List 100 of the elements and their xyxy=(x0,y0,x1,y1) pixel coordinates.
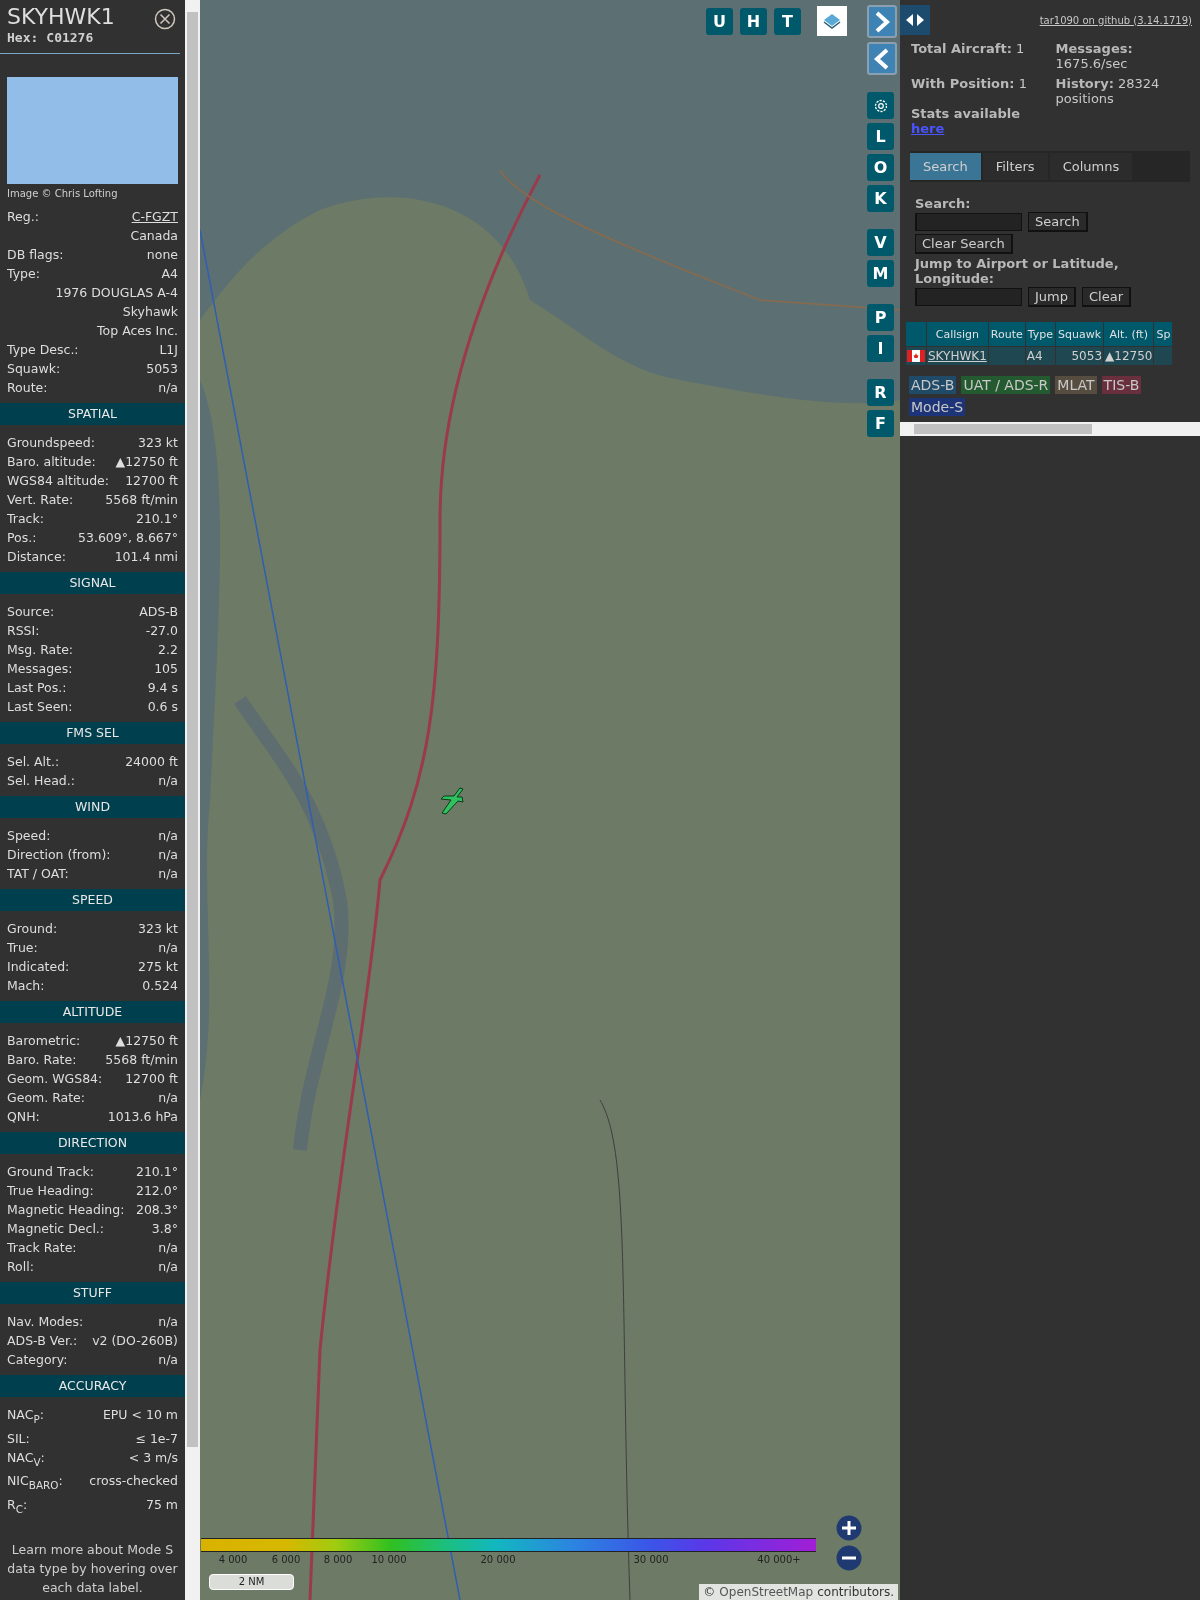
column-header[interactable]: Type xyxy=(1025,322,1055,346)
field-label: Roll: xyxy=(7,1258,34,1276)
field-value: EPU < 10 m xyxy=(102,1406,178,1424)
field-value: ADS-B xyxy=(139,603,178,621)
stat-label: Stats available xyxy=(911,106,1022,121)
double-arrow-icon xyxy=(905,13,925,27)
field-value: n/a xyxy=(158,939,178,957)
field-value: ≤ 1e-7 xyxy=(135,1429,178,1448)
aircraft-marker-icon[interactable] xyxy=(438,786,466,816)
field-label: Route: xyxy=(7,379,48,397)
column-header[interactable]: Sp xyxy=(1154,322,1173,346)
settings-button[interactable] xyxy=(867,92,894,119)
section-header: SPEED xyxy=(0,889,185,911)
zoom-in-button[interactable] xyxy=(836,1515,862,1541)
map-toggle-button[interactable]: H xyxy=(740,7,767,35)
field-label: Baro. altitude: xyxy=(7,453,96,471)
field-label: Ground: xyxy=(7,920,58,938)
field-label: Category: xyxy=(7,1351,68,1369)
stat-text: Messages: 1675.6/sec xyxy=(1055,41,1134,71)
map-toggle-button[interactable]: V xyxy=(867,229,894,256)
field-value: 75 m xyxy=(145,1495,178,1514)
column-header[interactable]: Alt. (ft) xyxy=(1104,322,1154,346)
field-value: 9.4 s xyxy=(147,679,178,697)
field-value: 105 xyxy=(154,660,178,678)
field-value: n/a xyxy=(158,379,178,397)
map-toggle-button[interactable]: I xyxy=(867,335,894,362)
source-tag: UAT / ADS-R xyxy=(961,376,1051,394)
field-value: 212.0° xyxy=(135,1182,178,1200)
table-cell: ▲12750 xyxy=(1104,347,1154,365)
field-value: n/a xyxy=(158,846,178,864)
field-label: True: xyxy=(7,939,38,957)
column-header[interactable]: Route xyxy=(988,322,1025,346)
back-button[interactable] xyxy=(867,42,897,75)
search-button[interactable]: Search xyxy=(1028,212,1088,232)
map-toggle-button[interactable]: R xyxy=(867,379,894,406)
field-label: SIL: xyxy=(7,1429,30,1448)
next-button[interactable] xyxy=(867,5,897,38)
attribution-text: © xyxy=(703,1585,716,1599)
map-toggle-button[interactable]: U xyxy=(706,7,733,35)
table-cell: 5053 xyxy=(1056,347,1104,365)
hex-label: Hex: xyxy=(7,30,39,45)
section-header: STUFF xyxy=(0,1282,185,1304)
field-value: 210.1° xyxy=(135,510,178,528)
jump-button[interactable]: Jump xyxy=(1028,287,1076,307)
field-label: TAT / OAT: xyxy=(7,865,69,883)
field-label: Msg. Rate: xyxy=(7,641,74,659)
field-label: R$_{C}$: xyxy=(7,1495,28,1516)
stat-text: Total Aircraft: 1 xyxy=(911,41,1026,56)
field-value: 53.609°, 8.667° xyxy=(78,529,178,547)
table-cell: A4 xyxy=(1025,347,1055,365)
chevron-right-icon xyxy=(873,9,891,34)
field-value: L1J xyxy=(159,341,178,359)
source-tag: Mode-S xyxy=(909,398,966,416)
layers-button[interactable] xyxy=(817,6,847,36)
field-label: Indicated: xyxy=(7,958,70,976)
close-icon[interactable] xyxy=(154,8,176,30)
map-toggle-button[interactable]: F xyxy=(867,410,894,437)
field-label: Last Seen: xyxy=(7,698,73,716)
field-value: 210.1° xyxy=(135,1163,178,1181)
legend-tick-label: 4 000 xyxy=(218,1554,248,1565)
field-value: n/a xyxy=(158,1313,178,1331)
horizontal-scrollbar[interactable] xyxy=(900,422,1200,436)
callsign-link[interactable]: SKYHWK1 xyxy=(928,349,987,363)
tab[interactable]: Filters xyxy=(982,153,1048,180)
search-field[interactable] xyxy=(915,213,1022,231)
column-header xyxy=(906,322,926,346)
attribution-link[interactable]: OpenStreetMap xyxy=(719,1585,814,1599)
field-label: Groundspeed: xyxy=(7,434,95,452)
field-value: ▲12750 ft xyxy=(115,453,178,471)
location-field[interactable] xyxy=(915,288,1022,306)
legend-tick-label: 30 000 xyxy=(633,1554,669,1565)
field-label: NIC$_{BARO}$: xyxy=(7,1472,63,1493)
field-label: RSSI: xyxy=(7,622,40,640)
stat-text: With Position: 1 xyxy=(911,76,1028,91)
map-toggle-button[interactable]: T xyxy=(774,7,801,35)
map-toggle-button[interactable]: P xyxy=(867,304,894,331)
field-value: 0.6 s xyxy=(147,698,178,716)
map-toggle-button[interactable]: K xyxy=(867,185,894,212)
vertical-scrollbar[interactable] xyxy=(185,0,200,1600)
zoom-out-button[interactable] xyxy=(836,1545,862,1571)
field-value: 12700 ft xyxy=(125,472,178,490)
section-header: SPATIAL xyxy=(0,403,185,425)
section-header: WIND xyxy=(0,796,185,818)
map-toggle-button[interactable]: M xyxy=(867,260,894,287)
tab[interactable]: Columns xyxy=(1049,153,1133,180)
map-toggle-button[interactable]: L xyxy=(867,123,894,150)
source-tag: TIS-B xyxy=(1101,376,1142,394)
clear-button[interactable]: Clear xyxy=(1082,287,1131,307)
map-toggle-button[interactable]: O xyxy=(867,154,894,181)
legend-tick-label: 6 000 xyxy=(271,1554,301,1565)
field-label: Magnetic Heading: xyxy=(7,1201,125,1219)
column-header[interactable]: Squawk xyxy=(1056,322,1104,346)
field-value: 3.8° xyxy=(151,1220,178,1238)
field-value: n/a xyxy=(158,1258,178,1276)
github-link[interactable]: tar1090 on github (3.14.1719) xyxy=(1039,14,1192,26)
aircraft-row[interactable]: SKYHWK1 A4 5053 ▲12750 xyxy=(906,347,1173,365)
registration-link[interactable]: C-FGZT xyxy=(131,207,178,226)
column-header[interactable]: Callsign xyxy=(927,322,988,346)
clear-search-button[interactable]: Clear Search xyxy=(915,234,1013,254)
panel-toggle-button[interactable] xyxy=(900,5,930,35)
